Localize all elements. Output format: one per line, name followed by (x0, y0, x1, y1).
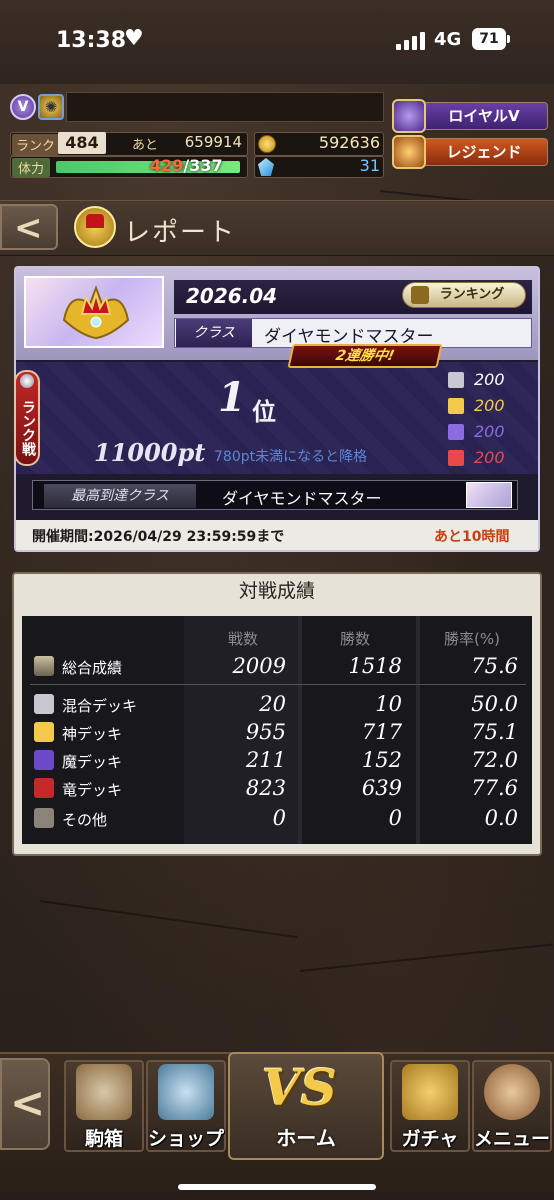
best-class-label: 最高到達クラス (44, 484, 196, 508)
heart-icon: ♥ (124, 26, 144, 51)
best-class-crest-icon (466, 482, 512, 508)
other-deck-icon (34, 808, 54, 828)
deck-count-value: 200 (474, 448, 505, 467)
legend-crest-icon (392, 135, 426, 169)
stamina-current: 429 (150, 156, 184, 175)
row-rate: 50.0 (471, 692, 518, 716)
demon-deck-icon (448, 424, 464, 440)
report-month: 2026.04 (186, 284, 278, 308)
ranking-button[interactable]: ランキング (402, 282, 526, 308)
deck-count-value: 200 (474, 422, 505, 441)
battery-tip (507, 35, 510, 43)
rank-place: 1 (218, 374, 246, 421)
network-type: 4G (434, 29, 462, 50)
shop-jar-icon (158, 1064, 214, 1120)
row-wins: 717 (361, 720, 402, 744)
coin-icon (258, 135, 276, 153)
demotion-note: 780pt未満になると降格 (214, 449, 368, 465)
nav-label: メニュー (473, 1128, 550, 1150)
row-wins: 0 (388, 806, 402, 830)
row-label: 竜デッキ (62, 781, 123, 799)
back-button[interactable]: < (0, 204, 58, 250)
row-label: 混合デッキ (62, 697, 138, 715)
next-rank-value: 659914 (184, 133, 242, 151)
row-wins: 152 (361, 748, 402, 772)
ranking-icon (411, 286, 429, 304)
mixed-deck-icon (34, 694, 54, 714)
row-wins: 639 (361, 776, 402, 800)
row-rate: 75.6 (471, 654, 518, 678)
home-indicator[interactable] (178, 1184, 376, 1190)
crown-crest-icon (62, 285, 130, 340)
row-label: 総合成績 (62, 659, 123, 677)
dragon-deck-icon (34, 778, 54, 798)
row-rate: 0.0 (484, 806, 518, 830)
battery-icon: 71 (472, 28, 506, 50)
gear-badge-icon[interactable]: ✺ (38, 94, 64, 120)
chest-icon (76, 1064, 132, 1120)
row-games: 20 (259, 692, 286, 716)
gear-icon (484, 1064, 540, 1120)
stamina-label: 体力 (12, 158, 51, 177)
ranking-label: ランキング (439, 287, 505, 302)
divider (30, 684, 526, 685)
chevron-left-icon: < (14, 208, 43, 248)
row-label: 魔デッキ (62, 753, 123, 771)
nav-label: ショップ (147, 1128, 224, 1150)
demon-deck-icon (34, 750, 54, 770)
stamina-max: /337 (183, 156, 223, 175)
mixed-deck-icon (448, 372, 464, 388)
rank-place-unit: 位 (252, 398, 276, 426)
best-class-value: ダイヤモンドマスター (222, 489, 382, 508)
win-streak-badge: 2連勝中! (287, 344, 443, 368)
row-label: 神デッキ (62, 725, 123, 743)
dragon-deck-icon (448, 450, 464, 466)
time-remaining: あと10時間 (434, 529, 510, 545)
chevron-left-icon: < (10, 1078, 46, 1127)
royal-crest-icon (392, 99, 426, 133)
signal-icon (396, 32, 426, 50)
rank-value: 484 (58, 132, 106, 154)
rank-points: 11000pt (94, 438, 206, 467)
nav-back-button[interactable]: < (0, 1058, 50, 1150)
row-games: 211 (245, 748, 286, 772)
row-games: 0 (272, 806, 286, 830)
overall-icon (34, 656, 54, 676)
god-deck-icon (448, 398, 464, 414)
status-time: 13:38 (56, 28, 127, 53)
rank-tab-knob-icon (20, 374, 34, 388)
next-rank-label: あと (132, 138, 159, 153)
row-wins: 1518 (348, 654, 402, 678)
row-rate: 72.0 (471, 748, 518, 772)
coin-value: 592636 (318, 133, 380, 152)
nav-label: ホーム (276, 1126, 336, 1150)
crown-medal-icon (74, 206, 116, 248)
results-title: 対戦成績 (238, 580, 315, 602)
row-rate: 77.6 (471, 776, 518, 800)
player-name-bar[interactable] (66, 92, 384, 122)
row-wins: 10 (375, 692, 402, 716)
gem-value: 31 (359, 156, 380, 175)
nav-label: ガチャ (401, 1128, 459, 1150)
page-title: レポート (124, 218, 237, 248)
vs-logo-icon: VS (262, 1058, 337, 1117)
deck-count-value: 200 (474, 370, 505, 389)
god-deck-icon (34, 722, 54, 742)
row-games: 955 (245, 720, 286, 744)
row-rate: 75.1 (471, 720, 518, 744)
header-win-rate: 勝率(%) (444, 630, 500, 648)
nav-label: 駒箱 (84, 1128, 123, 1150)
row-games: 823 (245, 776, 286, 800)
event-period: 開催期間:2026/04/29 23:59:59まで (32, 529, 285, 545)
deck-count-value: 200 (474, 396, 505, 415)
class-label: クラス (176, 319, 252, 347)
vip-badge-icon[interactable]: V (10, 94, 36, 120)
header-wins: 勝数 (340, 630, 371, 648)
header-games: 戦数 (228, 630, 259, 648)
row-games: 2009 (232, 654, 286, 678)
row-label: その他 (62, 811, 108, 829)
rank-label: ランク (12, 134, 60, 155)
stamina-value: 429/337 (150, 156, 223, 175)
gacha-coins-icon (402, 1064, 458, 1120)
